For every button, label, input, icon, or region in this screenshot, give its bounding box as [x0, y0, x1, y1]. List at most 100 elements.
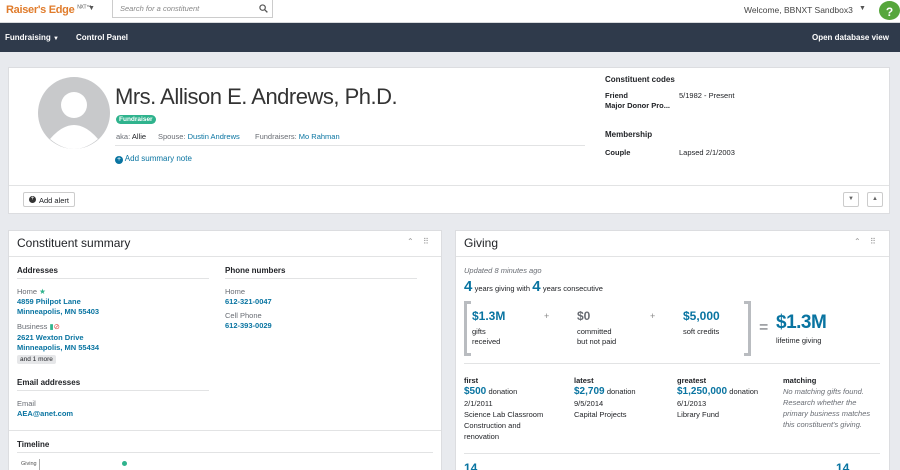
plus-sign: + — [650, 311, 656, 321]
first-gift-label: first — [464, 376, 479, 385]
phones-title: Phone numbers — [225, 266, 286, 275]
collapse-chevron-up-icon[interactable]: ⌃ — [407, 237, 414, 246]
first-gift-fund: Science Lab Classroom — [464, 410, 544, 419]
membership-value: Lapsed 2/1/2003 — [679, 148, 735, 157]
greatest-gift-date: 6/1/2013 — [677, 399, 707, 408]
first-gift-amount-row: $500 donation — [464, 386, 517, 397]
phone-cell-link[interactable]: 612-393-0029 — [225, 321, 272, 330]
latest-gift-date: 9/5/2014 — [574, 399, 604, 408]
phone-home-link[interactable]: 612-321-0047 — [225, 297, 272, 306]
chevron-up-icon[interactable]: ▲ — [867, 192, 883, 207]
soft-credits-label: soft credits — [683, 327, 720, 336]
add-alert-label: Add alert — [39, 196, 70, 205]
giving-header-divider — [456, 256, 889, 257]
business-address-line2[interactable]: Minneapolis, MN 55434 — [17, 343, 99, 352]
timeline-title-divider — [17, 452, 433, 453]
greatest-gift-amount-row: $1,250,000 donation — [677, 386, 758, 397]
help-icon[interactable]: ? — [877, 0, 900, 22]
email-title: Email addresses — [17, 378, 81, 387]
soft-credits-amount[interactable]: $5,000 — [683, 309, 720, 323]
matching-text: Research whether the — [783, 398, 857, 407]
latest-gift-type: donation — [606, 387, 636, 396]
first-gift-fund: Construction and — [464, 421, 521, 430]
code-name: Major Donor Pro... — [605, 101, 671, 110]
avatar[interactable] — [38, 77, 110, 149]
code-value: 5/1982 - Present — [679, 91, 735, 100]
search-icon[interactable] — [259, 4, 268, 13]
timeline-title: Timeline — [17, 440, 50, 449]
add-alert-button[interactable]: + Add alert — [23, 192, 75, 207]
business-address-label: Business ▮⊘ — [17, 322, 60, 331]
constituent-search-input[interactable]: Search for a constituent — [112, 0, 273, 18]
no-mail-icon: ⊘ — [53, 322, 60, 331]
top-bar: Raiser's Edge NXT™ ▼ Search for a consti… — [0, 0, 900, 23]
drag-handle-icon[interactable]: ⠿ — [870, 237, 876, 246]
first-gift-amount[interactable]: $500 — [464, 386, 486, 397]
greatest-gift-amount[interactable]: $1,250,000 — [677, 386, 727, 397]
aka-row: aka: Allie — [116, 132, 146, 141]
nav-open-database-view[interactable]: Open database view — [812, 33, 889, 42]
home-address-line2[interactable]: Minneapolis, MN 55403 — [17, 307, 99, 316]
user-welcome[interactable]: Welcome, BBNXT Sandbox3 — [744, 5, 853, 15]
membership-title: Membership — [605, 130, 653, 139]
codes-title: Constituent codes — [605, 75, 675, 84]
years-giving-row: 4 years giving with 4 years consecutive — [464, 278, 603, 295]
summary-title: Constituent summary — [17, 236, 131, 250]
fundraiser-badge: Fundraiser — [116, 115, 156, 124]
giving-bottom-divider — [464, 453, 880, 454]
phone-home-label: Home — [225, 287, 246, 296]
updated-text: Updated 8 minutes ago — [464, 266, 542, 275]
collapse-chevron-up-icon[interactable]: ⌃ — [854, 237, 861, 246]
aka-value: Allie — [131, 132, 147, 141]
add-summary-note-label: Add summary note — [124, 154, 192, 163]
equals-sign: = — [759, 319, 769, 336]
app-logo[interactable]: Raiser's Edge NXT™ — [6, 4, 91, 16]
home-address-line1[interactable]: 4859 Philpot Lane — [17, 297, 81, 306]
spouse-link[interactable]: Dustin Andrews — [188, 132, 240, 141]
drag-handle-icon[interactable]: ⠿ — [423, 237, 429, 246]
app-switcher-chevron-down-icon[interactable]: ▼ — [88, 5, 95, 12]
fundraisers-row: Fundraisers: Mo Rahman — [255, 132, 340, 141]
greatest-gift-fund: Library Fund — [677, 410, 720, 419]
first-gift-fund: renovation — [464, 432, 500, 441]
add-summary-note-link[interactable]: + Add summary note — [115, 154, 192, 164]
matching-text: No matching gifts found. — [783, 387, 864, 396]
latest-gift-amount-row: $2,709 donation — [574, 386, 636, 397]
addresses-title: Addresses — [17, 266, 58, 275]
email-link[interactable]: AEA@anet.com — [17, 409, 73, 418]
bottom-stat-right: 14 — [836, 461, 850, 470]
fundraiser-link[interactable]: Mo Rahman — [299, 132, 340, 141]
bottom-stat-left: 14 — [464, 461, 478, 470]
phones-divider — [225, 278, 417, 279]
lifetime-amount[interactable]: $1.3M — [776, 312, 827, 334]
timeline-point[interactable] — [122, 461, 127, 466]
chevron-down-icon[interactable]: ▼ — [843, 192, 859, 207]
first-gift-type: donation — [488, 387, 518, 396]
gifts-label-1: gifts — [472, 327, 486, 336]
aka-label: aka: — [116, 132, 131, 141]
latest-gift-amount[interactable]: $2,709 — [574, 386, 605, 397]
fundraising-chevron-down-icon: ▼ — [53, 36, 59, 42]
user-menu-chevron-down-icon[interactable]: ▼ — [859, 5, 866, 12]
committed-label-2: but not paid — [577, 337, 617, 346]
phone-cell-label: Cell Phone — [225, 311, 262, 320]
nav-control-panel[interactable]: Control Panel — [76, 33, 128, 42]
home-label-text: Home — [17, 287, 38, 296]
matching-label: matching — [783, 376, 817, 385]
business-address-line1[interactable]: 2621 Wexton Drive — [17, 333, 84, 342]
addresses-divider — [17, 278, 209, 279]
years-label: years giving with — [474, 284, 531, 293]
giving-title: Giving — [464, 236, 499, 250]
profile-footer-divider — [9, 185, 889, 186]
summary-header-divider — [9, 256, 441, 257]
more-addresses-button[interactable]: and 1 more — [17, 355, 56, 364]
constituent-summary-panel: Constituent summary ⌃ ⠿ Addresses Home ★… — [8, 230, 442, 470]
email-label: Email — [17, 399, 36, 408]
right-bracket — [744, 301, 751, 356]
gifts-amount[interactable]: $1.3M — [472, 309, 505, 323]
code-name: Friend — [605, 91, 628, 100]
nav-fundraising[interactable]: Fundraising ▼ — [5, 33, 59, 42]
timeline-axis — [39, 459, 40, 470]
spouse-label: Spouse: — [158, 132, 186, 141]
consecutive-count: 4 — [532, 278, 541, 295]
